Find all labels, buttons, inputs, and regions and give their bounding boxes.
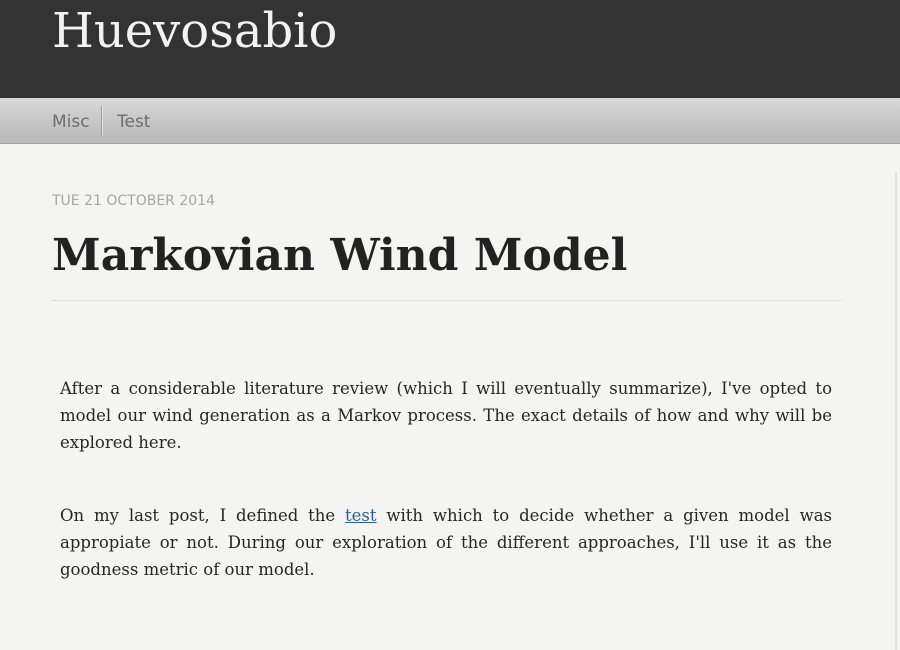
- nav-item-test[interactable]: Test: [117, 98, 150, 143]
- post-date: TUE 21 OCTOBER 2014: [52, 193, 215, 209]
- post-title[interactable]: Markovian Wind Model: [52, 226, 627, 286]
- site-title[interactable]: Huevosabio: [52, 0, 337, 63]
- nav-item-misc[interactable]: Misc: [52, 98, 90, 143]
- title-divider: [52, 300, 842, 301]
- paragraph-text: On my last post, I defined the: [60, 506, 346, 525]
- post-paragraph: After a considerable literature review (…: [60, 379, 832, 452]
- site-header: Huevosabio: [0, 0, 900, 98]
- nav-divider: [101, 106, 103, 136]
- content-edge: [895, 172, 897, 650]
- nav-bar: Misc Test: [0, 98, 900, 144]
- test-link[interactable]: test: [345, 506, 377, 525]
- post-paragraph: On my last post, I defined the test with…: [60, 502, 832, 583]
